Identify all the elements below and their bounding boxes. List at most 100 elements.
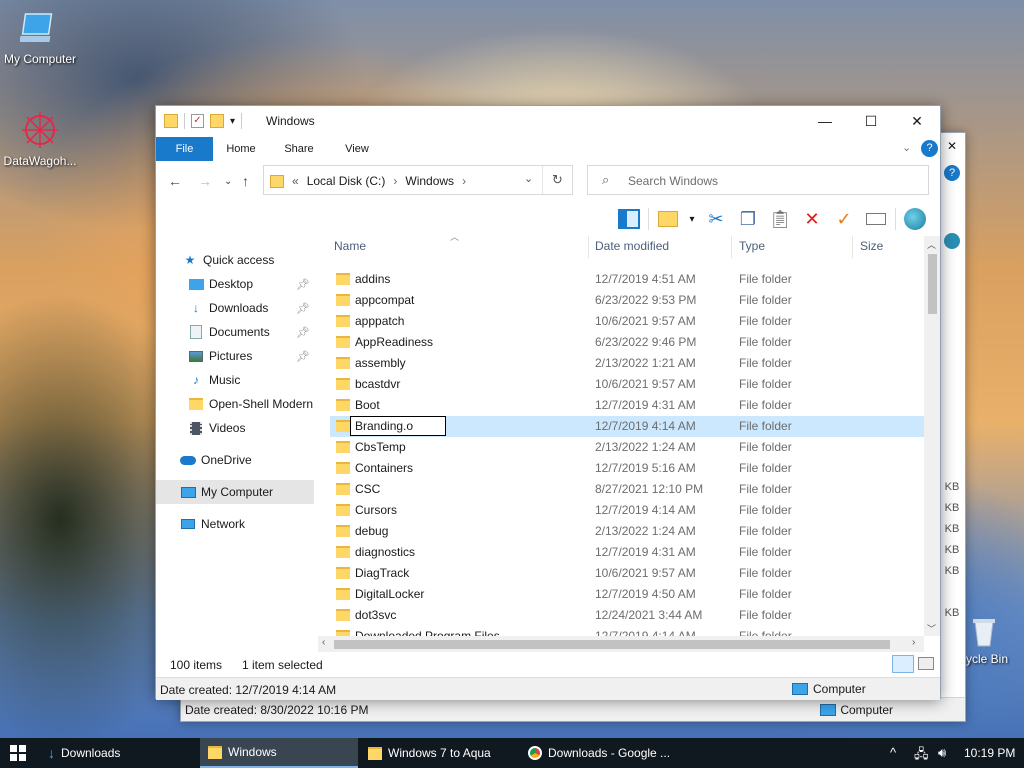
table-row[interactable]: CbsTemp 2/13/2022 1:24 AM File folder (330, 437, 924, 458)
pin-icon[interactable]: 📌︎ (296, 302, 310, 315)
up-arrow-icon[interactable]: ↑ (242, 173, 249, 189)
tab-view[interactable]: View (332, 137, 382, 161)
scroll-right-icon[interactable]: › (912, 637, 915, 648)
start-button[interactable] (10, 745, 26, 761)
help-icon[interactable]: ? (921, 140, 938, 157)
horizontal-scrollbar[interactable]: ‹ › (318, 636, 924, 652)
chevron-right-icon[interactable]: › (462, 174, 466, 188)
scroll-down-icon[interactable]: ﹀ (927, 622, 936, 635)
desktop-icon-datawagoh[interactable]: DataWagoh... (0, 108, 80, 168)
rename-input[interactable]: Branding.o (350, 416, 446, 436)
table-row[interactable]: addins 12/7/2019 4:51 AM File folder (330, 269, 924, 290)
recent-locations-icon[interactable]: ⌄ (224, 176, 232, 187)
large-icons-view-icon[interactable] (918, 657, 934, 670)
column-header-type[interactable]: Type (739, 236, 765, 258)
pin-icon[interactable]: 📌︎ (296, 278, 310, 291)
nav-network[interactable]: Network (156, 512, 314, 536)
address-bar[interactable]: « Local Disk (C:) › Windows › ⌄ ↻ (263, 165, 573, 195)
taskbar-item-downloads[interactable]: ↓ Downloads (40, 738, 198, 768)
chevron-down-icon[interactable]: ▾ (687, 206, 697, 232)
overflow-crumb[interactable]: « (292, 174, 299, 188)
table-row[interactable]: Cursors 12/7/2019 4:14 AM File folder (330, 500, 924, 521)
scroll-up-icon[interactable]: ︿ (927, 238, 936, 251)
nav-item-pictures[interactable]: Pictures 📌︎ (156, 344, 314, 368)
table-row[interactable]: assembly 2/13/2022 1:21 AM File folder (330, 353, 924, 374)
search-box[interactable]: ⌕ Search Windows (587, 165, 929, 195)
table-row[interactable]: dot3svc 12/24/2021 3:44 AM File folder (330, 605, 924, 626)
details-view-icon[interactable] (892, 655, 914, 673)
preview-pane-icon[interactable] (616, 206, 642, 232)
maximize-button[interactable]: ☐ (848, 106, 894, 136)
close-icon[interactable]: ✕ (939, 139, 965, 153)
taskbar-item-windows[interactable]: Windows (200, 738, 358, 768)
column-header-name[interactable]: Name (334, 236, 366, 258)
clock[interactable]: 10:19 PM (964, 746, 1015, 760)
refresh-icon[interactable]: ↻ (552, 172, 563, 188)
column-header-size[interactable]: Size (860, 236, 883, 258)
nav-item-open-shell[interactable]: Open-Shell Modern (156, 392, 314, 416)
breadcrumb-windows[interactable]: Windows (405, 174, 454, 188)
forward-arrow-icon[interactable]: → (198, 173, 212, 189)
table-row[interactable]: DigitalLocker 12/7/2019 4:50 AM File folde… (330, 584, 924, 605)
properties-icon[interactable]: ✓ (191, 114, 204, 128)
delete-icon[interactable]: ✕ (799, 206, 825, 232)
vertical-scrollbar[interactable]: ︿ ﹀ (924, 236, 940, 636)
paste-icon[interactable]: 📋︎ (767, 206, 793, 232)
search-input[interactable]: Search Windows (628, 174, 718, 188)
network-tray-icon[interactable]: 🖧︎ (914, 745, 929, 767)
title-bar[interactable]: ✓ ▾ Windows — ☐ ✕ (156, 106, 940, 137)
table-row[interactable]: DiagTrack 10/6/2021 9:57 AM File folder (330, 563, 924, 584)
close-button[interactable]: ✕ (894, 106, 940, 136)
help-icon[interactable]: ? (939, 165, 965, 181)
nav-item-videos[interactable]: Videos (156, 416, 314, 440)
view-menu-icon[interactable] (655, 206, 681, 232)
tab-home[interactable]: Home (216, 137, 266, 161)
tab-file[interactable]: File (156, 137, 213, 161)
nav-item-downloads[interactable]: ↓ Downloads 📌︎ (156, 296, 314, 320)
taskbar-item-chrome[interactable]: Downloads - Google ... (520, 738, 680, 768)
customize-qat-icon[interactable]: ▾ (230, 116, 235, 127)
nav-item-music[interactable]: ♪ Music (156, 368, 314, 392)
table-row[interactable]: bcastdvr 10/6/2021 9:57 AM File folder (330, 374, 924, 395)
nav-quick-access[interactable]: ★ Quick access (156, 248, 314, 272)
globe-icon[interactable] (902, 206, 928, 232)
column-divider[interactable] (852, 236, 853, 258)
table-row[interactable]: AppReadiness 6/23/2022 9:46 PM File folder (330, 332, 924, 353)
cut-icon[interactable]: ✂ (703, 206, 729, 232)
chevron-right-icon[interactable]: › (393, 174, 397, 188)
explorer-window[interactable]: ✓ ▾ Windows — ☐ ✕ File Home Share View ⌄… (155, 105, 941, 700)
volume-icon[interactable]: 🔊︎ (938, 745, 946, 761)
rename-icon[interactable] (863, 206, 889, 232)
checkmark-icon[interactable]: ✓ (831, 206, 857, 232)
nav-item-desktop[interactable]: Desktop 📌︎ (156, 272, 314, 296)
chevron-down-icon[interactable]: ⌄ (902, 141, 911, 154)
pin-icon[interactable]: 📌︎ (296, 350, 310, 363)
table-row[interactable]: Downloaded Program Files 12/7/2019 4:14 A… (330, 626, 924, 636)
table-row[interactable]: diagnostics 12/7/2019 4:31 AM File folder (330, 542, 924, 563)
table-row[interactable]: Boot 12/7/2019 4:31 AM File folder (330, 395, 924, 416)
table-row[interactable]: debug 2/13/2022 1:24 AM File folder (330, 521, 924, 542)
scroll-left-icon[interactable]: ‹ (322, 637, 325, 648)
table-row[interactable]: Containers 12/7/2019 5:16 AM File folder (330, 458, 924, 479)
nav-my-computer[interactable]: My Computer (156, 480, 314, 504)
new-folder-icon[interactable] (210, 114, 224, 128)
nav-item-documents[interactable]: Documents 📌︎ (156, 320, 314, 344)
table-row[interactable]: Branding.o 12/7/2019 4:14 AM File folder (330, 416, 924, 437)
column-divider[interactable] (588, 236, 589, 258)
table-row[interactable]: apppatch 10/6/2021 9:57 AM File folder (330, 311, 924, 332)
file-list[interactable]: ︿ Name Date modified Type Size addins 12/… (330, 236, 926, 636)
column-divider[interactable] (731, 236, 732, 258)
copy-icon[interactable]: ❐ (735, 206, 761, 232)
column-header-date[interactable]: Date modified (595, 236, 669, 258)
breadcrumb-local-disk[interactable]: Local Disk (C:) (307, 174, 386, 188)
address-dropdown-icon[interactable]: ⌄ (524, 172, 533, 185)
scroll-thumb[interactable] (928, 254, 937, 314)
chevron-up-icon[interactable]: ^ (890, 745, 896, 760)
minimize-button[interactable]: — (802, 106, 848, 136)
taskbar-item-windows7-aqua[interactable]: Windows 7 to Aqua (360, 738, 518, 768)
desktop-icon-my-computer[interactable]: My Computer (0, 10, 80, 66)
scroll-thumb[interactable] (334, 640, 890, 649)
table-row[interactable]: appcompat 6/23/2022 9:53 PM File folder (330, 290, 924, 311)
table-row[interactable]: CSC 8/27/2021 12:10 PM File folder (330, 479, 924, 500)
tab-share[interactable]: Share (274, 137, 324, 161)
